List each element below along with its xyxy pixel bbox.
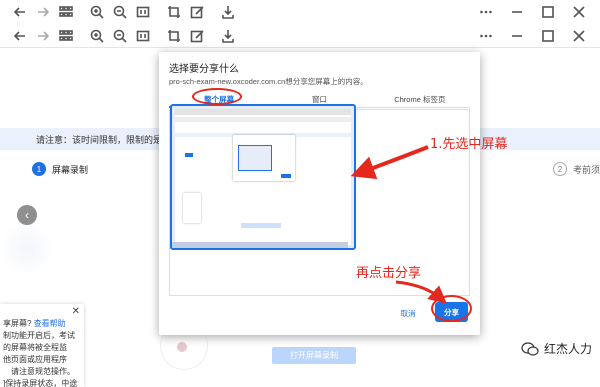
step-label: 屏幕录制 (52, 164, 89, 175)
step-number: 2 (553, 162, 567, 176)
crop-icon[interactable] (164, 26, 184, 46)
help-text-line: ]保持录屏状态，中途 (3, 379, 78, 387)
viewer-toolbar-second (0, 24, 600, 48)
close-icon[interactable] (569, 2, 589, 22)
download-icon[interactable] (218, 2, 238, 22)
wechat-icon (521, 341, 539, 356)
zoom-out-icon[interactable] (110, 26, 130, 46)
minimize-icon[interactable] (507, 2, 527, 22)
annotation-circle-share (431, 295, 472, 322)
edit-icon[interactable] (187, 26, 207, 46)
screenshot: 请注意：该时间限制，限制的是开始答 1 屏幕录制 2 考前须 ‹ ✕ 享屏幕? … (0, 0, 600, 387)
watermark: 红杰人力 (521, 340, 592, 357)
crop-icon[interactable] (164, 2, 184, 22)
viewer-toolbar-top (0, 0, 600, 24)
zoom-in-icon[interactable] (87, 26, 107, 46)
dialog-subtitle: pro-sch-exam-new.oxcoder.com.cn想分享您屏幕上的内… (169, 77, 368, 86)
step-exam-notes: 2 考前须 (553, 162, 600, 176)
download-icon[interactable] (218, 26, 238, 46)
zoom-out-icon[interactable] (110, 2, 130, 22)
help-link[interactable]: 查看帮助 (34, 319, 66, 328)
help-text-line: 请注意规范操作。 (11, 367, 75, 376)
help-text-line: 他页面或应用程序 (3, 355, 67, 364)
forward-icon[interactable] (33, 2, 53, 22)
step-number: 1 (32, 162, 46, 176)
maximize-icon[interactable] (538, 26, 558, 46)
cancel-button[interactable]: 取消 (393, 305, 423, 321)
annotation-circle-tab (192, 88, 242, 105)
decorative-dot (177, 342, 187, 352)
decorative-circle (0, 222, 54, 276)
fit-icon[interactable] (133, 2, 153, 22)
annotation-click-share: 再点击分享 (356, 266, 422, 281)
annotation-select-screen: 1.先选中屏幕 (430, 137, 508, 152)
help-text-line: 的屏幕将被全程监 (3, 343, 67, 352)
back-icon[interactable] (10, 2, 30, 22)
open-screen-recording-label: 打开屏幕录制 (290, 351, 338, 360)
step-label: 考前须 (573, 164, 600, 175)
close-icon[interactable]: ✕ (72, 306, 80, 318)
step-screen-recording: 1 屏幕录制 (32, 162, 88, 176)
help-title: 享屏幕? (3, 319, 32, 328)
dialog-title: 选择要分享什么 (169, 64, 239, 75)
previous-arrow-icon[interactable]: ‹ (17, 205, 37, 225)
entire-screen-thumbnail[interactable] (170, 104, 356, 250)
screen-preview-image (175, 109, 351, 245)
zoom-in-icon[interactable] (87, 2, 107, 22)
grid-icon[interactable] (56, 2, 76, 22)
more-icon[interactable] (476, 2, 496, 22)
forward-icon[interactable] (33, 26, 53, 46)
edit-icon[interactable] (187, 2, 207, 22)
close-icon[interactable] (569, 26, 589, 46)
screen-share-help-panel: ✕ 享屏幕? 查看帮助 制功能开启后，考试 的屏幕将被全程监 他页面或应用程序 … (0, 304, 84, 387)
back-icon[interactable] (10, 26, 30, 46)
tab-chrome-tab[interactable]: Chrome 标签页 (370, 92, 470, 107)
fit-icon[interactable] (133, 26, 153, 46)
minimize-icon[interactable] (507, 26, 527, 46)
help-text-line: 制功能开启后，考试 (3, 331, 75, 340)
watermark-text: 红杰人力 (543, 342, 592, 356)
more-icon[interactable] (476, 26, 496, 46)
open-screen-recording-button[interactable]: 打开屏幕录制 (272, 347, 356, 364)
grid-icon[interactable] (56, 26, 76, 46)
maximize-icon[interactable] (538, 2, 558, 22)
